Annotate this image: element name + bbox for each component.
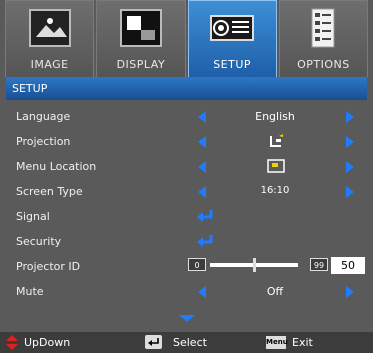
tab-options-label: OPTIONS	[297, 58, 350, 71]
scroll-down-arrow-icon[interactable]	[179, 315, 195, 322]
tab-display-label: DISPLAY	[116, 58, 166, 71]
image-picture-icon	[28, 9, 71, 47]
projection-label: Projection	[16, 135, 71, 148]
left-arrow-icon[interactable]	[198, 161, 206, 173]
menu-location-center-icon	[267, 159, 285, 173]
tab-image-label: IMAGE	[30, 58, 69, 71]
menu-row-signal[interactable]: Signal	[6, 204, 367, 229]
tab-display[interactable]: DISPLAY	[96, 0, 186, 77]
exit-hint: Exit	[292, 336, 313, 349]
updown-icon	[6, 335, 18, 350]
security-label: Security	[16, 235, 62, 248]
display-icon	[119, 9, 162, 47]
menu-key-icon: Menu	[266, 336, 288, 349]
projector-id-label: Projector ID	[16, 260, 81, 273]
menu-location-label: Menu Location	[16, 160, 97, 173]
tab-image[interactable]: IMAGE	[5, 0, 95, 77]
enter-icon[interactable]	[196, 209, 214, 223]
right-arrow-icon[interactable]	[346, 111, 354, 123]
left-arrow-icon[interactable]	[198, 186, 206, 198]
slider-thumb[interactable]	[253, 258, 256, 272]
projector-id-value: 50	[331, 257, 365, 274]
right-arrow-icon[interactable]	[346, 186, 354, 198]
signal-label: Signal	[16, 210, 50, 223]
menu-row-security[interactable]: Security	[6, 229, 367, 254]
left-arrow-icon[interactable]	[198, 136, 206, 148]
left-arrow-icon[interactable]	[198, 286, 206, 298]
language-label: Language	[16, 110, 71, 123]
projector-icon	[210, 15, 255, 41]
right-arrow-icon[interactable]	[346, 286, 354, 298]
front-projection-icon	[270, 134, 283, 147]
screen-type-label: Screen Type	[16, 185, 83, 198]
screen-type-value: 16:10	[260, 185, 290, 196]
updown-hint: UpDown	[24, 336, 71, 349]
tab-setup[interactable]: SETUP	[187, 0, 277, 77]
options-checklist-icon	[311, 8, 335, 48]
enter-key-icon	[145, 335, 162, 349]
slider-max-box: 99	[310, 258, 328, 271]
right-arrow-icon[interactable]	[346, 161, 354, 173]
tab-setup-label: SETUP	[213, 58, 252, 71]
setup-menu: Language English Projection Menu Locatio…	[6, 104, 367, 304]
menu-row-menu-location[interactable]: Menu Location	[6, 154, 367, 179]
menu-row-screen-type[interactable]: Screen Type 16:10	[6, 179, 367, 204]
select-hint: Select	[173, 336, 207, 349]
menu-row-projector-id[interactable]: Projector ID 0 99 50	[6, 254, 367, 279]
language-value: English	[255, 110, 295, 123]
menu-row-language[interactable]: Language English	[6, 104, 367, 129]
footer-hint-bar: UpDown Select Menu Exit	[0, 332, 373, 353]
section-title: SETUP	[6, 77, 367, 100]
tab-options[interactable]: OPTIONS	[278, 0, 368, 77]
right-arrow-icon[interactable]	[346, 136, 354, 148]
tab-bar: IMAGE DISPLAY SETUP OPTIONS	[4, 0, 369, 77]
projector-osd: IMAGE DISPLAY SETUP OPTIONS SETUP Langua…	[0, 0, 373, 353]
menu-row-mute[interactable]: Mute Off	[6, 279, 367, 304]
enter-icon[interactable]	[196, 234, 214, 248]
mute-label: Mute	[16, 285, 44, 298]
slider-min-box: 0	[188, 258, 206, 271]
menu-row-projection[interactable]: Projection	[6, 129, 367, 154]
mute-value: Off	[266, 285, 284, 298]
left-arrow-icon[interactable]	[198, 111, 206, 123]
